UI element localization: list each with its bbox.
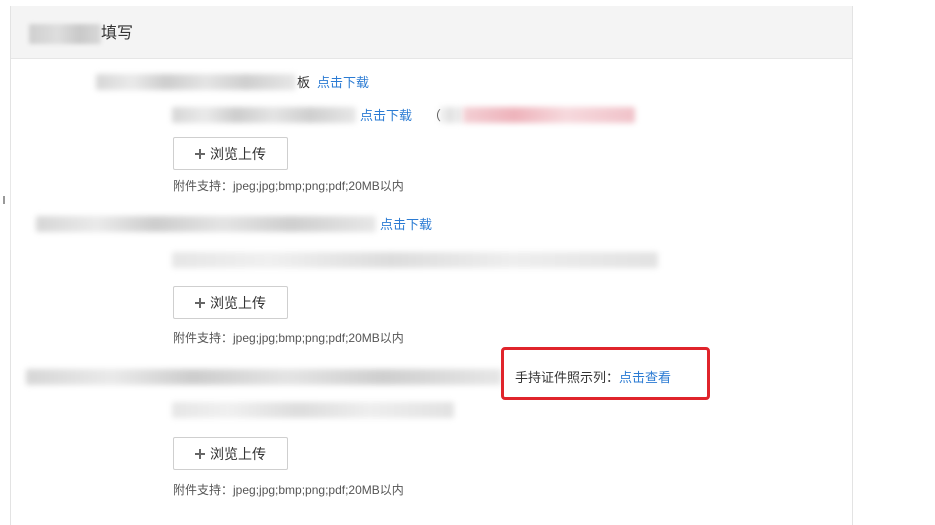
example-label: 手持证件照示列： bbox=[515, 370, 620, 385]
attachment-hint-2: 附件支持：jpeg;jpg;bmp;png;pdf;20MB以内 bbox=[173, 331, 404, 345]
upload-button-label: 浏览上传 bbox=[210, 445, 266, 462]
upload-button-3[interactable]: 浏览上传 bbox=[173, 437, 288, 470]
collapse-handle-mark bbox=[3, 196, 5, 204]
redacted-description-3 bbox=[172, 402, 454, 418]
redacted-field-label bbox=[96, 74, 296, 90]
template-download-link[interactable]: 点击下载 bbox=[317, 75, 369, 91]
plus-icon bbox=[195, 448, 205, 459]
attachment-hint-1: 附件支持：jpeg;jpg;bmp;png;pdf;20MB以内 bbox=[173, 179, 404, 193]
upload-button-2[interactable]: 浏览上传 bbox=[173, 286, 288, 319]
redacted-description bbox=[172, 107, 356, 123]
redacted-header-text bbox=[29, 24, 101, 44]
upload-button-label: 浏览上传 bbox=[210, 294, 266, 311]
template-download-link-3[interactable]: 点击下载 bbox=[380, 217, 432, 233]
template-download-link-2[interactable]: 点击下载 bbox=[360, 108, 412, 124]
redacted-description-2 bbox=[172, 252, 658, 268]
attachment-hint-3: 附件支持：jpeg;jpg;bmp;png;pdf;20MB以内 bbox=[173, 483, 404, 497]
redacted-note bbox=[440, 107, 462, 123]
panel-title: 填写 bbox=[101, 25, 134, 42]
redacted-field-label-2 bbox=[36, 216, 376, 232]
side-collapse-handle[interactable] bbox=[0, 150, 11, 250]
plus-icon bbox=[195, 297, 205, 308]
redacted-field-label-3 bbox=[26, 369, 502, 385]
view-example-link[interactable]: 点击查看 bbox=[619, 370, 671, 385]
example-photo-row: 手持证件照示列：点击查看 bbox=[515, 370, 671, 386]
plus-icon bbox=[195, 148, 205, 159]
upload-button-label: 浏览上传 bbox=[210, 145, 266, 162]
panel-header: 填写 bbox=[11, 6, 852, 59]
upload-button-1[interactable]: 浏览上传 bbox=[173, 137, 288, 170]
redacted-warning-note bbox=[463, 107, 635, 123]
field-label-tail: 板 bbox=[297, 75, 311, 90]
